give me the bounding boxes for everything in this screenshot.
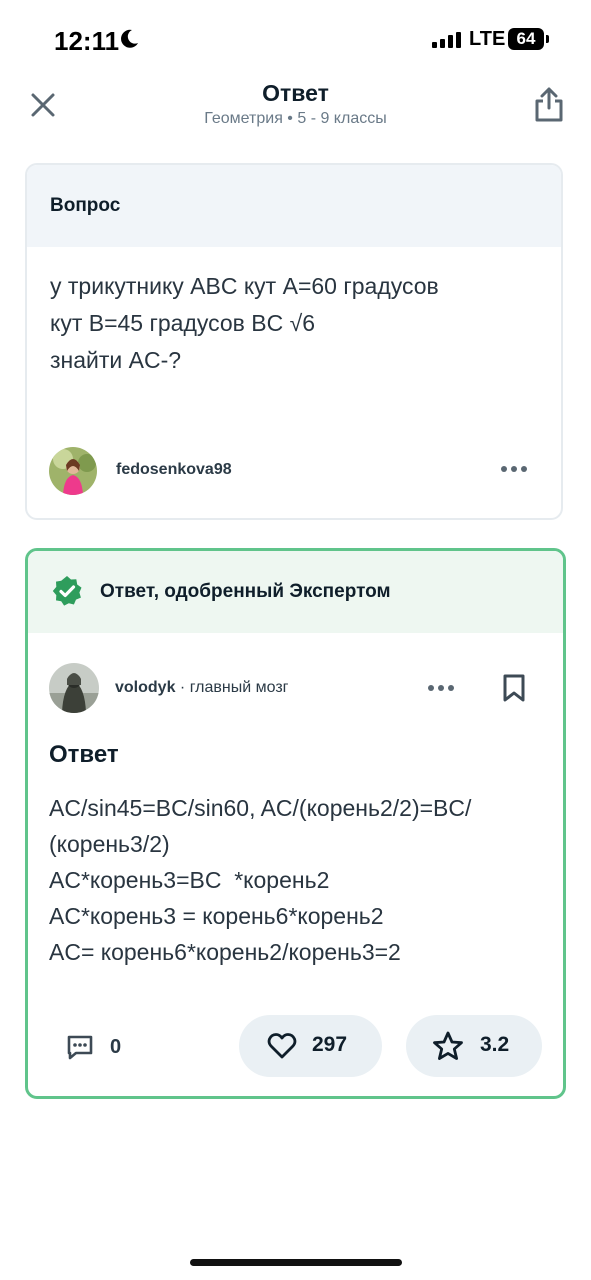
question-line: у трикутнику ABC кут A=60 градусов bbox=[50, 273, 439, 299]
answer-line: (корень3/2) bbox=[49, 831, 170, 857]
avatar[interactable] bbox=[49, 447, 97, 495]
question-line: знайти AC-? bbox=[50, 347, 182, 373]
answer-line: AC*корень3 = корень6*корень2 bbox=[49, 903, 384, 929]
answer-text: AC/sin45=BC/sin60, AC/(корень2/2)=BC/ (к… bbox=[49, 790, 549, 970]
page-subtitle: Геометрия • 5 - 9 классы bbox=[204, 110, 387, 127]
like-button[interactable]: 297 bbox=[239, 1015, 382, 1077]
likes-count: 297 bbox=[312, 1033, 348, 1056]
answer-author-name: volodyk bbox=[115, 679, 176, 696]
answer-line: AC= корень6*корень2/корень3=2 bbox=[49, 939, 401, 965]
heart-icon bbox=[267, 1033, 297, 1059]
avatar-image bbox=[49, 447, 97, 495]
battery-icon: 64 bbox=[508, 28, 544, 50]
moon-icon bbox=[121, 29, 138, 48]
avatar-image bbox=[49, 663, 99, 713]
bookmark-icon[interactable] bbox=[502, 673, 526, 703]
answer-line: AC/sin45=BC/sin60, AC/(корень2/2)=BC/ bbox=[49, 795, 472, 821]
rating-button[interactable]: 3.2 bbox=[406, 1015, 542, 1077]
signal-icon bbox=[432, 32, 461, 48]
rating-value: 3.2 bbox=[480, 1033, 510, 1056]
question-card: Вопрос у трикутнику ABC кут A=60 градусо… bbox=[25, 163, 563, 520]
home-indicator[interactable] bbox=[190, 1259, 402, 1266]
network-label: LTE bbox=[469, 28, 506, 50]
answer-card: Ответ, одобренный Экспертом volodyk · гл… bbox=[25, 548, 566, 1099]
question-line: кут B=45 градусов BC √6 bbox=[50, 310, 316, 336]
share-icon[interactable] bbox=[532, 86, 566, 124]
verified-badge-icon bbox=[52, 576, 82, 606]
question-author[interactable]: fedosenkova98 bbox=[116, 461, 232, 479]
answer-heading: Ответ bbox=[49, 741, 119, 768]
question-label: Вопрос bbox=[50, 195, 121, 216]
more-options-icon[interactable] bbox=[501, 464, 529, 474]
answer-line: AC*корень3=BC *корень2 bbox=[49, 867, 330, 893]
page-title: Ответ bbox=[262, 80, 329, 106]
comment-icon bbox=[67, 1035, 93, 1060]
comments-count: 0 bbox=[110, 1036, 122, 1058]
answer-author-rank: · главный мозг bbox=[175, 679, 289, 696]
battery-tip bbox=[546, 35, 549, 43]
expert-approved-label: Ответ, одобренный Экспертом bbox=[100, 581, 391, 602]
answer-author[interactable]: volodyk · главный мозг bbox=[115, 679, 289, 697]
status-time: 12:11 bbox=[54, 26, 120, 56]
status-bar: 12:11 LTE 64 bbox=[0, 0, 591, 80]
question-text: у трикутнику ABC кут A=60 градусов кут B… bbox=[50, 268, 530, 379]
avatar[interactable] bbox=[49, 663, 99, 713]
star-icon bbox=[433, 1031, 463, 1060]
more-options-icon[interactable] bbox=[428, 683, 456, 693]
